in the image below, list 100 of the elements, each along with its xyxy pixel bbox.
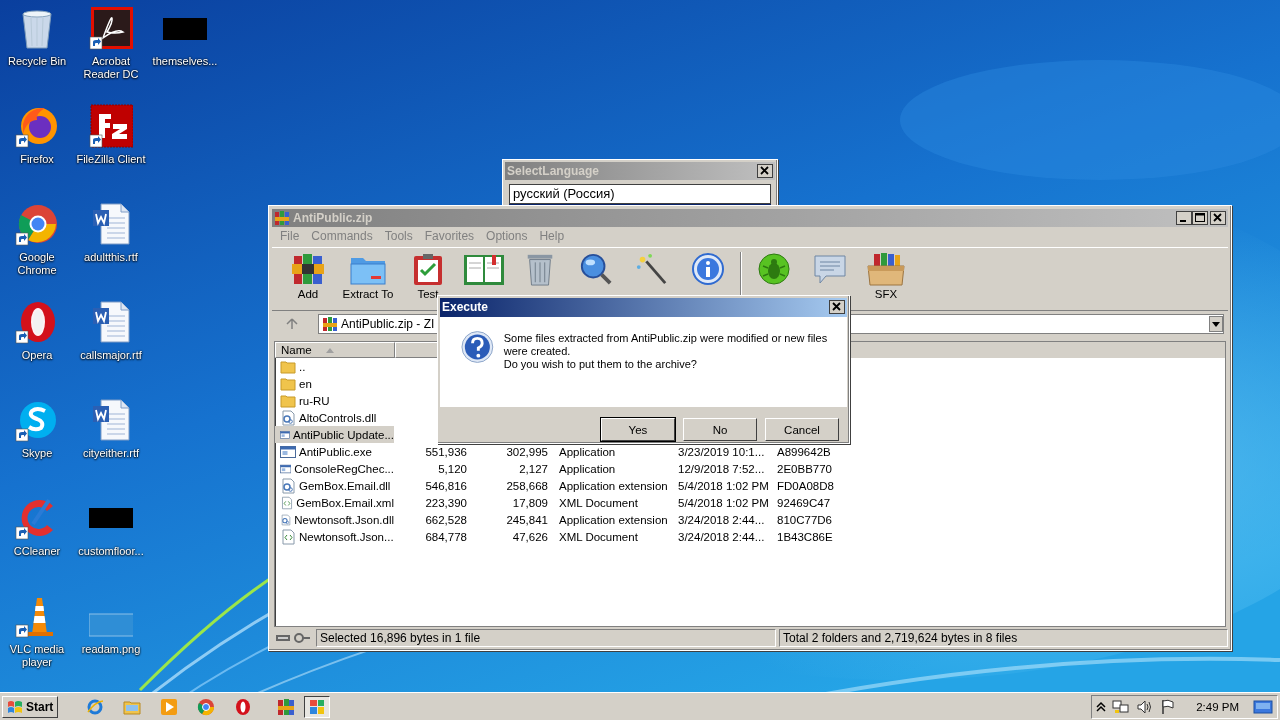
file-name: AntiPublic Update...: [293, 428, 394, 441]
books-icon: [277, 697, 296, 716]
close-icon[interactable]: [1210, 211, 1226, 225]
language-field[interactable]: русский (Россия): [509, 184, 771, 204]
name-cell[interactable]: ..: [275, 358, 394, 375]
books-icon: [274, 210, 290, 226]
maximize-icon[interactable]: [1192, 211, 1208, 225]
name-cell[interactable]: GemBox.Email.xml: [275, 494, 394, 511]
column-header[interactable]: Name: [275, 342, 395, 358]
status-text: Selected 16,896 bytes in 1 file: [316, 629, 776, 647]
drive-and-key-icon[interactable]: [275, 632, 311, 644]
windows-logo-icon: [6, 698, 24, 715]
table-cell-text: 245,841: [505, 513, 548, 526]
icon-label[interactable]: readam.png: [75, 643, 147, 656]
question-icon: [461, 329, 494, 364]
icon-label[interactable]: Opera: [1, 349, 73, 362]
icon-label[interactable]: callsmajor.rtf: [75, 349, 147, 362]
window-icon: [308, 697, 327, 716]
table-cell-text: 223,390: [424, 496, 467, 509]
dialog-button[interactable]: Cancel: [765, 418, 839, 441]
icon-label[interactable]: customfloor...: [75, 545, 147, 558]
icon-label[interactable]: Firefox: [1, 153, 73, 166]
file-name: en: [299, 377, 312, 390]
app-logo-icon[interactable]: [89, 104, 133, 148]
table-cell-text: 2,127: [518, 462, 548, 475]
ring-logo-icon: [234, 697, 253, 716]
table-cell-text: Application extension: [558, 479, 669, 492]
table-cell-text: 1B43C86E: [777, 530, 834, 543]
table-cell-text: A899642B: [777, 445, 832, 458]
ring-logo-icon: [197, 697, 216, 716]
table-cell-text: 258,668: [505, 479, 548, 492]
table-cell-text: 3/24/2018 2:44...: [678, 530, 766, 543]
name-cell[interactable]: GemBox.Email.dll: [275, 477, 394, 494]
file-name: ConsoleRegChec...: [294, 462, 394, 475]
table-cell-text: 546,816: [424, 479, 467, 492]
table-cell-text: 3/23/2019 10:1...: [678, 445, 766, 458]
play-icon: [160, 697, 179, 716]
window-title: AntiPublic.zip: [293, 211, 374, 225]
clock[interactable]: 2:49 PM: [1196, 700, 1239, 713]
file-name: Newtonsoft.Json...: [299, 530, 394, 543]
file-name: GemBox.Email.xml: [296, 496, 394, 509]
window-icon: [280, 444, 296, 459]
name-cell[interactable]: en: [275, 375, 394, 392]
network-icon[interactable]: [1112, 698, 1131, 715]
name-cell[interactable]: ru-RU: [275, 392, 394, 409]
close-icon[interactable]: [757, 164, 773, 178]
icon-label[interactable]: Skype: [1, 447, 73, 460]
name-cell[interactable]: Newtonsoft.Json...: [275, 528, 394, 545]
dialog-button[interactable]: Yes: [601, 418, 675, 441]
table-cell-text: 3/24/2018 2:44...: [678, 513, 766, 526]
file-name: ..: [299, 360, 306, 373]
icon-label[interactable]: VLC media player: [1, 643, 73, 669]
table-cell-text: 5/4/2018 1:02 PM: [678, 496, 770, 509]
name-cell[interactable]: AntiPublic Update...: [275, 426, 394, 443]
toolbar-button[interactable]: SFX: [858, 252, 914, 300]
gear-file-icon: [280, 511, 292, 528]
taskbar-button[interactable]: [304, 695, 331, 718]
book-icon: [463, 252, 505, 286]
bug-icon: [757, 252, 791, 286]
table-cell-text: 12/9/2018 7:52...: [678, 462, 766, 475]
dialog-button[interactable]: No: [683, 418, 757, 441]
start-button[interactable]: Start: [2, 695, 59, 718]
toolbar-button[interactable]: Test: [400, 252, 456, 300]
name-cell[interactable]: ConsoleRegChec...: [275, 460, 394, 477]
window-title: Execute: [442, 300, 490, 315]
flag-icon[interactable]: [1160, 698, 1177, 715]
folder-icon: [280, 376, 296, 391]
close-icon[interactable]: [829, 300, 845, 315]
toolbar-button[interactable]: Add: [280, 252, 336, 300]
document-app-icon[interactable]: [89, 6, 133, 50]
speech-bubble-icon: [812, 252, 848, 286]
show-desktop-icon[interactable]: [1253, 698, 1273, 715]
icon-label[interactable]: CCleaner: [1, 545, 73, 558]
icon-label[interactable]: cityeither.rtf: [75, 447, 147, 460]
table-cell-text: 551,936: [424, 445, 467, 458]
code-file-icon: [280, 494, 294, 511]
books-icon: [322, 316, 338, 332]
dialog-message: Some files extracted from AntiPublic.zip were modified or new files were created. Do you wish to put them to the archive?: [503, 330, 829, 372]
ring-logo-icon[interactable]: [15, 202, 59, 246]
table-cell-text: 2E0BB770: [777, 462, 833, 475]
icon-label[interactable]: FileZilla Client: [75, 153, 147, 166]
file-name: AltoControls.dll: [299, 411, 377, 424]
file-name: AntiPublic.exe: [299, 445, 372, 458]
chevron-up-icon[interactable]: [1096, 700, 1107, 713]
name-cell[interactable]: AntiPublic.exe: [275, 443, 394, 460]
info-icon: [691, 252, 725, 286]
minimize-icon[interactable]: [1176, 211, 1192, 225]
table-cell-text: Application: [558, 462, 617, 475]
icon-label[interactable]: themselves...: [149, 55, 221, 68]
icon-label[interactable]: Recycle Bin: [1, 55, 73, 68]
table-cell-text: FD0A08D8: [777, 479, 835, 492]
icon-label[interactable]: Google Chrome: [1, 251, 73, 277]
table-cell-text: 5/4/2018 1:02 PM: [678, 479, 770, 492]
name-cell[interactable]: AltoControls.dll: [275, 409, 394, 426]
toolbar-button[interactable]: Extract To: [336, 252, 400, 300]
icon-label[interactable]: adultthis.rtf: [75, 251, 147, 264]
up-arrow-icon[interactable]: [286, 318, 298, 330]
file-name: ru-RU: [299, 394, 330, 407]
name-cell[interactable]: Newtonsoft.Json.dll: [275, 511, 394, 528]
icon-label[interactable]: Acrobat Reader DC: [75, 55, 147, 81]
